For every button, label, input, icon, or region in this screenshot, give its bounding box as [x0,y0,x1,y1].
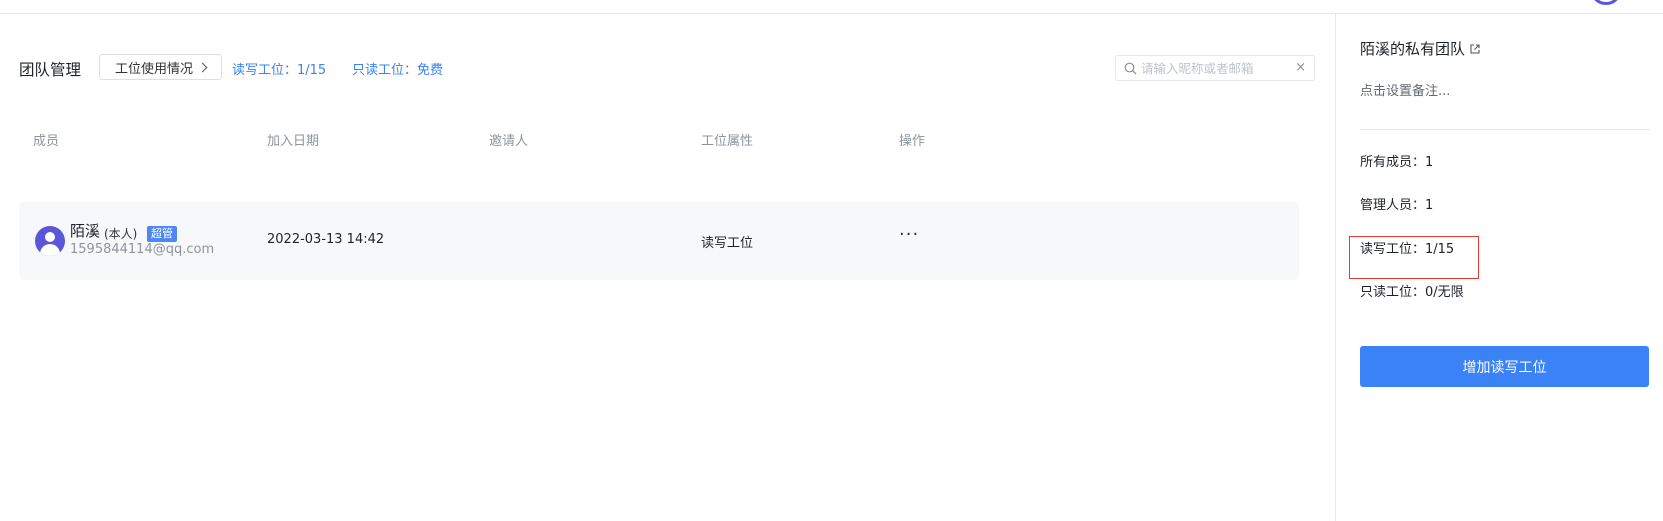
remark-input[interactable]: 点击设置备注... [1360,80,1450,99]
stat-ro-seats: 只读工位：0/无限 [1360,285,1464,300]
external-link-icon [1470,43,1480,54]
toolbar: 团队管理 工位使用情况 读写工位：1/15 只读工位：免费 × [19,54,1315,82]
member-email: 1595844114@qq.com [70,242,215,257]
seat-usage-button[interactable]: 工位使用情况 [99,54,222,80]
search-icon [1124,62,1137,74]
column-header-join-date: 加入日期 [267,134,320,149]
team-info-panel: 陌溪的私有团队 点击设置备注... 所有成员：1 管理人员：1 读写工位：1/1… [1335,14,1663,521]
join-date: 2022-03-13 14:42 [267,232,385,247]
column-header-member: 成员 [33,134,60,149]
more-actions-icon[interactable]: ··· [899,224,919,245]
team-name-link[interactable]: 陌溪的私有团队 [1360,38,1481,59]
seat-usage-label: 工位使用情况 [114,61,193,77]
search-input[interactable] [1141,60,1291,76]
member-name: 陌溪 [70,222,101,240]
chevron-right-icon [197,62,208,72]
clear-icon[interactable]: × [1295,60,1306,75]
role-badge: 超管 [147,226,177,242]
member-avatar [35,226,65,256]
divider [1360,129,1650,130]
column-header-seat-type: 工位属性 [701,134,754,149]
ro-seats-link[interactable]: 只读工位：免费 [352,59,443,78]
seat-type: 读写工位 [701,236,754,251]
rw-seats-link[interactable]: 读写工位：1/15 [232,59,326,78]
column-header-actions: 操作 [899,134,926,149]
table-header: 成员 加入日期 邀请人 工位属性 操作 [19,130,1299,150]
stat-admins: 管理人员：1 [1360,198,1434,213]
user-avatar[interactable] [1590,0,1622,5]
self-tag: (本人) [104,227,138,241]
stat-all-members: 所有成员：1 [1360,155,1434,170]
page-title: 团队管理 [19,61,82,79]
table-row: 陌溪 (本人) 超管 1595844114@qq.com 2022-03-13 … [19,202,1299,280]
member-search: × [1115,55,1315,81]
add-rw-seats-button[interactable]: 增加读写工位 [1360,346,1649,387]
team-name: 陌溪的私有团队 [1360,40,1466,58]
main-panel: 团队管理 工位使用情况 读写工位：1/15 只读工位：免费 × 成员 加入日期 … [0,14,1335,521]
stat-rw-seats: 读写工位：1/15 [1360,242,1455,257]
column-header-inviter: 邀请人 [489,134,529,149]
